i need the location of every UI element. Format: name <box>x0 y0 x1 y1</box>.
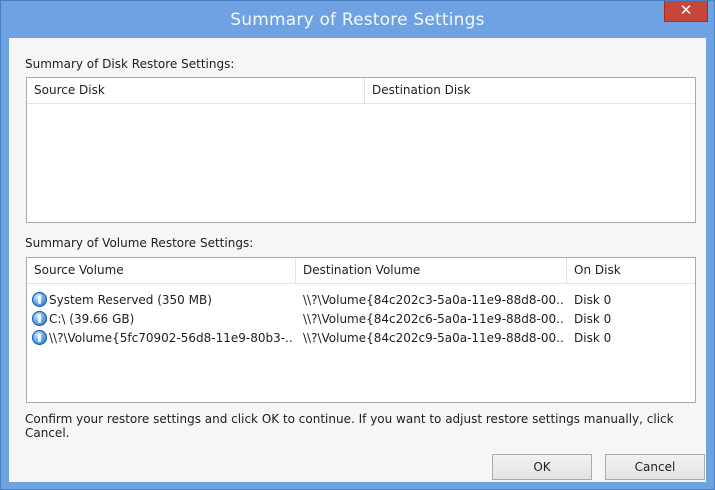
disk-restore-list[interactable]: Source Disk Destination Disk <box>26 77 696 223</box>
close-button[interactable]: ✕ <box>664 1 708 22</box>
dialog-body: Summary of Disk Restore Settings: Source… <box>9 38 706 482</box>
close-icon: ✕ <box>679 1 693 19</box>
table-row[interactable]: System Reserved (350 MB) \\?\Volume{84c2… <box>27 291 695 309</box>
volume-icon <box>32 311 47 326</box>
on-disk-cell: Disk 0 <box>574 331 612 345</box>
table-row[interactable]: \\?\Volume{5fc70902-56d8-11e9-80b3-... \… <box>27 329 695 347</box>
restore-summary-dialog: Summary of Restore Settings ✕ Summary of… <box>0 0 715 490</box>
column-header-on-disk[interactable]: On Disk <box>567 258 695 283</box>
title-bar[interactable]: Summary of Restore Settings ✕ <box>1 1 714 38</box>
column-header-source-disk[interactable]: Source Disk <box>27 78 365 103</box>
destination-volume-cell: \\?\Volume{84c202c6-5a0a-11e9-88d8-00... <box>303 312 565 326</box>
volume-icon <box>32 292 47 307</box>
disk-list-header: Source Disk Destination Disk <box>27 78 695 104</box>
ok-button[interactable]: OK <box>492 454 592 480</box>
destination-volume-cell: \\?\Volume{84c202c3-5a0a-11e9-88d8-00... <box>303 293 565 307</box>
confirmation-message: Confirm your restore settings and click … <box>25 412 674 440</box>
on-disk-cell: Disk 0 <box>574 293 612 307</box>
table-row[interactable]: C:\ (39.66 GB) \\?\Volume{84c202c6-5a0a-… <box>27 310 695 328</box>
column-header-destination-disk[interactable]: Destination Disk <box>365 78 695 103</box>
source-volume-cell: System Reserved (350 MB) <box>49 293 212 307</box>
disk-section-label: Summary of Disk Restore Settings: <box>25 57 235 71</box>
source-volume-cell: C:\ (39.66 GB) <box>49 312 135 326</box>
volume-list-header: Source Volume Destination Volume On Disk <box>27 258 695 284</box>
cancel-button[interactable]: Cancel <box>605 454 705 480</box>
volume-restore-list[interactable]: Source Volume Destination Volume On Disk… <box>26 257 696 403</box>
on-disk-cell: Disk 0 <box>574 312 612 326</box>
destination-volume-cell: \\?\Volume{84c202c9-5a0a-11e9-88d8-00... <box>303 331 565 345</box>
dialog-title: Summary of Restore Settings <box>230 10 485 30</box>
column-header-destination-volume[interactable]: Destination Volume <box>296 258 567 283</box>
volume-section-label: Summary of Volume Restore Settings: <box>25 236 254 250</box>
column-header-source-volume[interactable]: Source Volume <box>27 258 296 283</box>
volume-icon <box>32 330 47 345</box>
source-volume-cell: \\?\Volume{5fc70902-56d8-11e9-80b3-... <box>49 331 293 345</box>
